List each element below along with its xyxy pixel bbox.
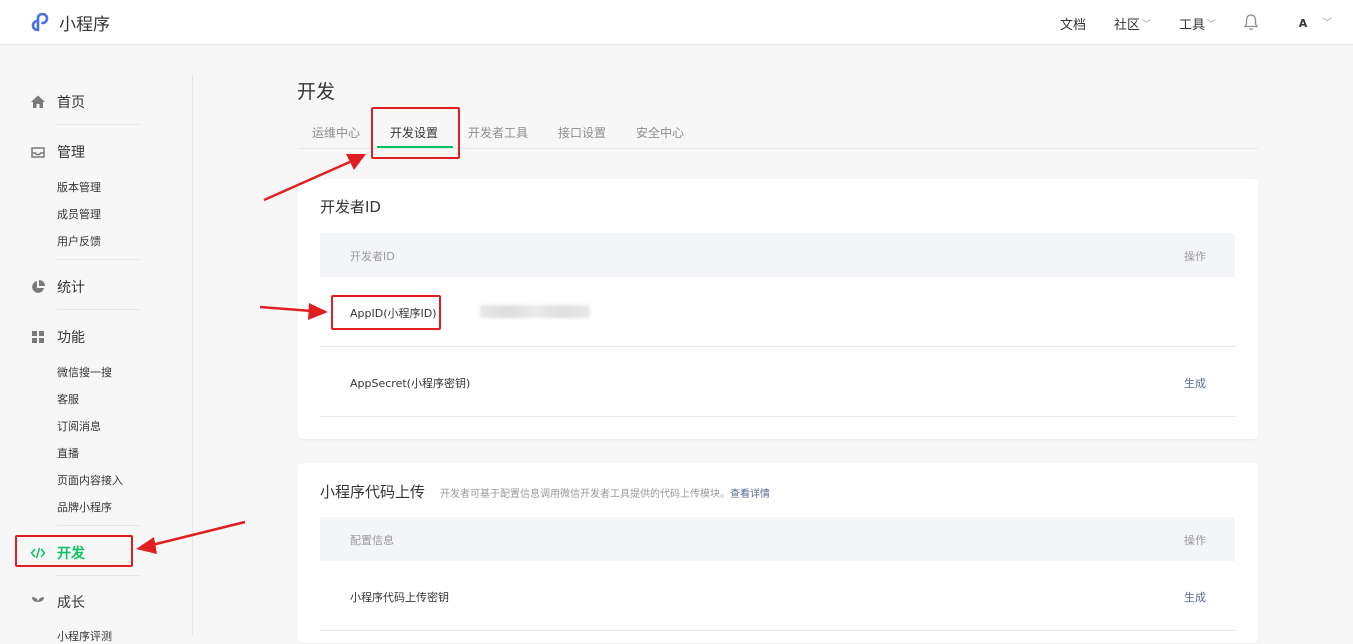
sidebar-item-stats[interactable]: 统计 bbox=[30, 277, 85, 297]
divider bbox=[57, 124, 140, 125]
sidebar-sub-evaluation[interactable]: 小程序评测 bbox=[57, 628, 112, 644]
highlight-box-dev-menu bbox=[15, 535, 133, 567]
nav-community-label: 社区 bbox=[1114, 18, 1141, 33]
divider bbox=[57, 525, 140, 526]
card-title: 小程序代码上传 bbox=[320, 483, 426, 501]
table-row: 小程序代码上传密钥 生成 bbox=[320, 561, 1235, 631]
avatar-text: A bbox=[1298, 16, 1308, 30]
sidebar-item-features[interactable]: 功能 bbox=[30, 327, 85, 347]
tab-api-settings[interactable]: 接口设置 bbox=[558, 124, 606, 141]
appid-value-redacted bbox=[480, 305, 590, 318]
chevron-down-icon: ﹀ bbox=[1142, 20, 1152, 30]
column-header-action: 操作 bbox=[1184, 250, 1206, 263]
top-bar: 小程序 文档 社区 ﹀ 工具 ﹀ A ﹀ bbox=[0, 0, 1353, 45]
sidebar-sub-brand[interactable]: 品牌小程序 bbox=[57, 499, 112, 515]
developer-id-card: 开发者ID 开发者ID 操作 AppID(小程序ID) AppSecret(小程… bbox=[298, 179, 1258, 439]
sidebar-item-growth[interactable]: 成长 bbox=[30, 592, 85, 612]
home-icon bbox=[30, 94, 46, 110]
nav-tools-label: 工具 bbox=[1179, 18, 1206, 33]
column-header-action: 操作 bbox=[1184, 534, 1206, 547]
sidebar-item-home[interactable]: 首页 bbox=[30, 92, 85, 112]
appsecret-label: AppSecret(小程序密钥) bbox=[350, 377, 471, 390]
bell-icon[interactable] bbox=[1243, 13, 1259, 35]
tab-dev-tools[interactable]: 开发者工具 bbox=[468, 124, 528, 141]
sidebar-sub-members[interactable]: 成员管理 bbox=[57, 206, 101, 222]
sidebar-sub-wechat-search[interactable]: 微信搜一搜 bbox=[57, 364, 112, 380]
nav-docs-label: 文档 bbox=[1060, 18, 1087, 33]
sidebar-item-label: 管理 bbox=[57, 145, 85, 161]
pie-chart-icon bbox=[30, 279, 46, 295]
sidebar-item-label: 统计 bbox=[57, 280, 85, 296]
logo[interactable]: 小程序 bbox=[30, 10, 110, 35]
highlight-box-dev-settings bbox=[371, 107, 460, 159]
highlight-box-appid bbox=[331, 295, 441, 330]
details-link[interactable]: 查看详情 bbox=[730, 489, 770, 500]
sidebar-item-label: 成长 bbox=[57, 595, 85, 611]
sidebar-item-manage[interactable]: 管理 bbox=[30, 142, 85, 162]
table-header: 配置信息 操作 bbox=[320, 517, 1235, 561]
sidebar-sub-versions[interactable]: 版本管理 bbox=[57, 179, 101, 195]
page-title: 开发 bbox=[297, 81, 336, 103]
card-description: 开发者可基于配置信息调用微信开发者工具提供的代码上传模块。查看详情 bbox=[440, 485, 770, 500]
sprout-icon bbox=[30, 594, 46, 610]
chevron-down-icon[interactable]: ﹀ bbox=[1322, 14, 1332, 29]
inbox-icon bbox=[30, 144, 46, 160]
grid-icon bbox=[30, 329, 46, 345]
divider bbox=[57, 259, 140, 260]
column-header-name: 配置信息 bbox=[350, 534, 394, 547]
upload-key-label: 小程序代码上传密钥 bbox=[350, 591, 449, 604]
table-header: 开发者ID 操作 bbox=[320, 233, 1235, 277]
chevron-down-icon: ﹀ bbox=[1207, 20, 1217, 30]
generate-upload-key-link[interactable]: 生成 bbox=[1184, 589, 1206, 605]
sidebar-sub-customer-service[interactable]: 客服 bbox=[57, 391, 79, 407]
sidebar-sub-subscribe-messages[interactable]: 订阅消息 bbox=[57, 418, 101, 434]
card-description-text: 开发者可基于配置信息调用微信开发者工具提供的代码上传模块。 bbox=[440, 489, 730, 500]
nav-docs[interactable]: 文档 bbox=[1060, 14, 1086, 33]
card-title: 开发者ID bbox=[320, 198, 381, 216]
table-row: AppID(小程序ID) bbox=[320, 277, 1235, 347]
tab-security-center[interactable]: 安全中心 bbox=[636, 124, 684, 141]
divider bbox=[57, 575, 140, 576]
table-row: AppSecret(小程序密钥) 生成 bbox=[320, 347, 1235, 417]
sidebar-sub-live[interactable]: 直播 bbox=[57, 445, 79, 461]
nav-community[interactable]: 社区 ﹀ bbox=[1114, 14, 1151, 33]
nav-tools[interactable]: 工具 ﹀ bbox=[1179, 14, 1216, 33]
code-upload-card: 小程序代码上传 开发者可基于配置信息调用微信开发者工具提供的代码上传模块。查看详… bbox=[298, 463, 1258, 643]
sidebar-item-label: 首页 bbox=[57, 95, 85, 111]
sidebar-sub-page-content[interactable]: 页面内容接入 bbox=[57, 472, 123, 488]
avatar[interactable]: A bbox=[1293, 13, 1313, 33]
generate-secret-link[interactable]: 生成 bbox=[1184, 375, 1206, 391]
logo-text: 小程序 bbox=[59, 15, 110, 35]
tab-ops-center[interactable]: 运维中心 bbox=[312, 124, 360, 141]
mini-program-logo-icon bbox=[31, 12, 49, 31]
divider bbox=[57, 309, 140, 310]
column-header-name: 开发者ID bbox=[350, 250, 395, 263]
sidebar-item-label: 功能 bbox=[57, 330, 85, 346]
sidebar-sub-feedback[interactable]: 用户反馈 bbox=[57, 233, 101, 249]
